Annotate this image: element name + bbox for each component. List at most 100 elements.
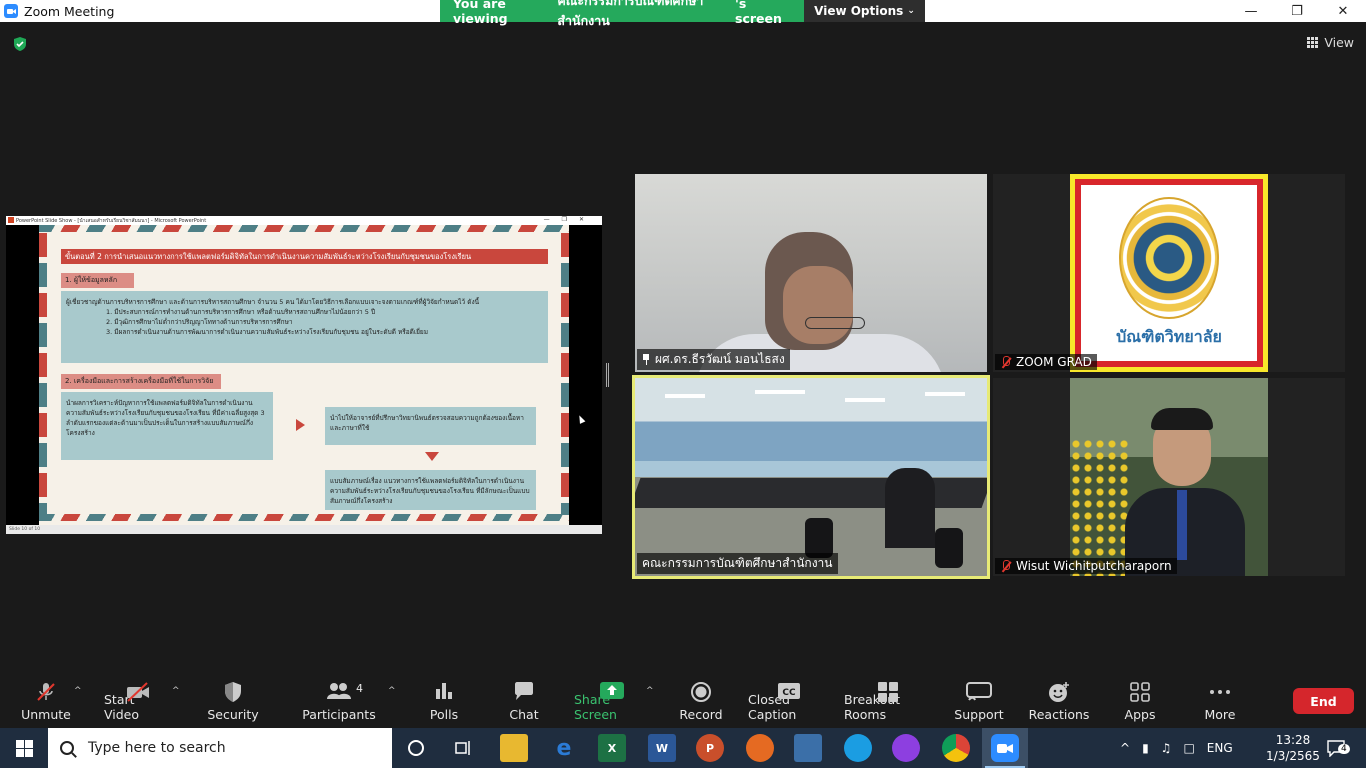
firefox-icon[interactable]	[746, 734, 774, 762]
closed-caption-button[interactable]: CC Closed Caption	[748, 672, 830, 728]
powerpoint-icon	[8, 217, 14, 223]
slide-border	[39, 225, 569, 232]
participants-options-caret-icon[interactable]: ^	[388, 686, 396, 696]
share-screen-icon	[600, 682, 624, 699]
end-meeting-button[interactable]: End	[1293, 688, 1354, 714]
edge-icon[interactable]	[844, 734, 872, 762]
view-button[interactable]: View	[1307, 35, 1354, 50]
video-tile[interactable]: Wisut Wichitputcharaporn	[993, 378, 1345, 576]
file-explorer-icon[interactable]	[500, 734, 528, 762]
university-logo: บัณฑิตวิทยาลัย	[1070, 174, 1268, 372]
closed-caption-icon: CC	[778, 683, 800, 699]
participant-name-tag: ZOOM GRAD	[995, 354, 1097, 370]
apps-label: Apps	[1124, 707, 1156, 722]
view-label: View	[1324, 35, 1354, 50]
viewing-label: You are viewing คณะกรรมการบัณฑิตศึกษาสำน…	[440, 0, 804, 28]
slide-border	[39, 514, 569, 521]
start-video-button[interactable]: Start Video	[104, 672, 172, 728]
apps-button[interactable]: Apps	[1120, 672, 1160, 728]
more-button[interactable]: More	[1200, 672, 1240, 728]
video-options-caret-icon[interactable]: ^	[172, 686, 180, 696]
unmute-button[interactable]: Unmute	[14, 672, 78, 728]
viewing-prefix: You are viewing	[453, 0, 508, 26]
polls-icon	[436, 683, 452, 699]
support-label: Support	[954, 707, 1004, 722]
participant-video	[1177, 490, 1187, 560]
record-button[interactable]: Record	[678, 672, 724, 728]
slide-heading: ขั้นตอนที่ 2 การนำเสนอแนวทางการใช้แพลตฟอ…	[61, 249, 548, 264]
clock-time: 13:28	[1275, 733, 1311, 747]
zoom-icon	[991, 734, 1019, 762]
task-view-icon[interactable]	[450, 734, 478, 762]
participants-icon	[327, 683, 351, 699]
ppt-statusbar: Slide 10 of 10	[6, 525, 602, 534]
slide-box-3: นำไปให้อาจารย์ที่ปรึกษาวิทยานิพนธ์ตรวจสอ…	[325, 407, 536, 445]
video-off-icon	[127, 682, 149, 702]
slide-box-1: ผู้เชี่ยวชาญด้านการบริหารการศึกษา และด้า…	[61, 291, 548, 363]
minimize-button[interactable]: —	[1228, 0, 1274, 22]
shared-screen[interactable]: PowerPoint Slide Show - [นำเสนอสำหรับเรี…	[6, 216, 602, 534]
participants-label: Participants	[302, 707, 376, 722]
microphone-muted-icon	[1000, 356, 1011, 368]
close-button[interactable]: ✕	[1320, 0, 1366, 22]
taskbar-search[interactable]: Type here to search	[48, 728, 392, 768]
word-icon[interactable]: W	[648, 734, 676, 762]
polls-button[interactable]: Polls	[422, 672, 466, 728]
powerpoint-icon[interactable]: P	[696, 734, 724, 762]
chat-icon	[515, 682, 533, 700]
view-options-button[interactable]: View Options ⌄	[804, 0, 925, 22]
slide-box-1-item: 1. มีประสบการณ์การทำงานด้านการบริหารการศ…	[106, 308, 376, 317]
video-tile[interactable]: ผศ.ดร.ธีรวัฒน์ มอนไธสง	[635, 174, 987, 372]
restore-button[interactable]: ❐	[1274, 0, 1320, 22]
notifications-button[interactable]: 4	[1326, 728, 1350, 768]
security-button[interactable]: Security	[204, 672, 262, 728]
clock-date: 1/3/2565	[1266, 749, 1320, 763]
audio-options-caret-icon[interactable]: ^	[74, 686, 82, 696]
battery-icon[interactable]: ▮	[1142, 741, 1149, 755]
taskbar-clock[interactable]: 13:28 1/3/2565	[1263, 732, 1323, 764]
internet-explorer-icon[interactable]: e	[550, 734, 578, 762]
polls-label: Polls	[429, 707, 459, 722]
unmute-label: Unmute	[21, 707, 71, 722]
presenter-name: คณะกรรมการบัณฑิตศึกษาสำนักงาน	[557, 0, 704, 28]
cortana-icon[interactable]	[402, 734, 430, 762]
chrome-icon[interactable]	[942, 734, 970, 762]
support-button[interactable]: Support	[954, 672, 1004, 728]
chevron-down-icon: ⌄	[907, 6, 915, 16]
participants-button[interactable]: 4 Participants	[302, 672, 376, 728]
video-tile-active-speaker[interactable]: คณะกรรมการบัณฑิตศึกษาสำนักงาน	[632, 375, 990, 579]
start-button[interactable]	[0, 728, 48, 768]
zoom-taskbar-item[interactable]	[982, 728, 1028, 768]
participant-name-tag: Wisut Wichitputcharaporn	[995, 558, 1177, 574]
apps-icon	[1130, 682, 1150, 702]
splitter-handle[interactable]	[606, 363, 609, 387]
more-label: More	[1204, 707, 1236, 722]
breakout-rooms-button[interactable]: Breakout Rooms	[844, 672, 932, 728]
participant-video	[885, 468, 935, 548]
participant-name: ผศ.ดร.ธีรวัฒน์ มอนไธสง	[655, 352, 785, 366]
store-icon[interactable]	[794, 734, 822, 762]
ppt-title: PowerPoint Slide Show - [นำเสนอสำหรับเรี…	[16, 217, 207, 224]
viewing-suffix: 's screen	[735, 0, 782, 26]
record-label: Record	[679, 707, 723, 722]
zoom-app-icon	[4, 4, 18, 18]
tray-chevron-up-icon[interactable]: ^	[1120, 741, 1130, 755]
video-tile[interactable]: บัณฑิตวิทยาลัย ZOOM GRAD	[993, 174, 1345, 372]
security-shield-icon[interactable]	[12, 36, 28, 52]
network-icon[interactable]: □	[1183, 741, 1194, 755]
share-screen-button[interactable]: Share Screen	[574, 672, 650, 728]
participant-name-tag: ผศ.ดร.ธีรวัฒน์ มอนไธสง	[637, 349, 790, 370]
search-placeholder: Type here to search	[88, 740, 226, 756]
excel-icon[interactable]: X	[598, 734, 626, 762]
arrow-down-icon	[425, 452, 439, 461]
reactions-button[interactable]: Reactions	[1029, 672, 1089, 728]
slide-box-1-lead: ผู้เชี่ยวชาญด้านการบริหารการศึกษา และด้า…	[66, 298, 480, 306]
presentation-slide: ขั้นตอนที่ 2 การนำเสนอแนวทางการใช้แพลตฟอ…	[39, 225, 569, 525]
windows-taskbar: Type here to search e X W P ^ ▮ ♫ □ ENG …	[0, 728, 1366, 768]
search-icon	[57, 738, 77, 758]
volume-icon[interactable]: ♫	[1161, 741, 1172, 755]
share-options-caret-icon[interactable]: ^	[646, 686, 654, 696]
language-indicator[interactable]: ENG	[1207, 741, 1233, 755]
firefox-dev-icon[interactable]	[892, 734, 920, 762]
chat-button[interactable]: Chat	[504, 672, 544, 728]
